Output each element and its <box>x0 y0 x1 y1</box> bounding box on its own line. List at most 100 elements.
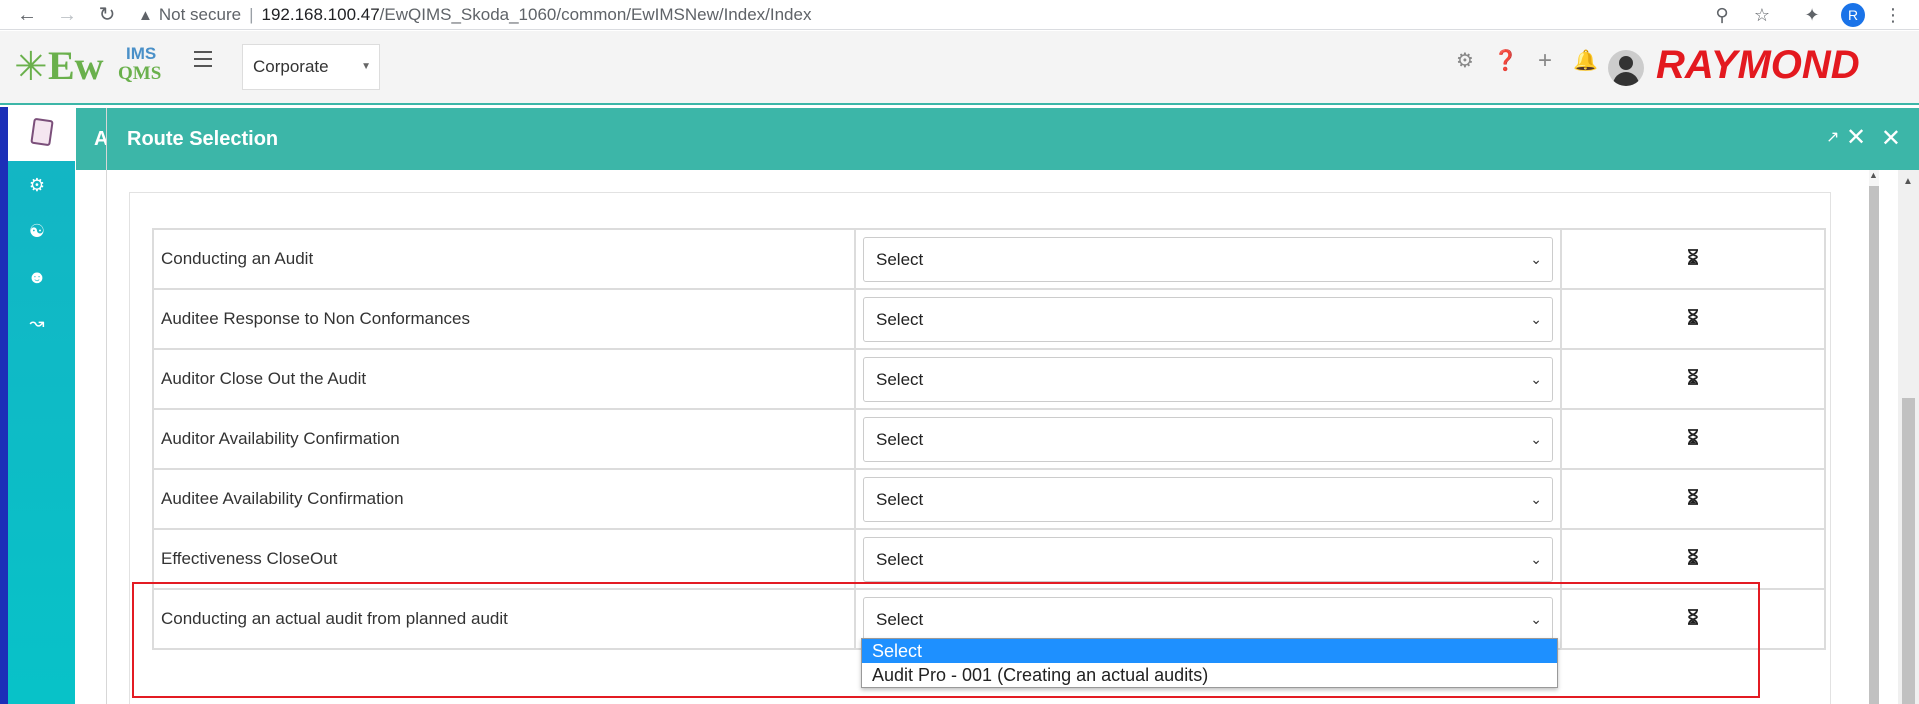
modal-header: Route Selection ↗ ✕ <box>107 108 1879 170</box>
route-dropdown-list[interactable]: Select Audit Pro - 001 (Creating an actu… <box>861 638 1558 688</box>
forward-arrow-icon[interactable]: → <box>54 2 80 28</box>
raymond-brand-logo: RAYMOND <box>1656 43 1860 87</box>
hourglass-icon <box>1688 428 1698 445</box>
dropdown-option-select[interactable]: Select <box>862 639 1557 663</box>
modal-close-icon[interactable]: ✕ <box>1846 126 1866 150</box>
route-select-value: Select <box>876 429 924 449</box>
route-step-label: Auditor Availability Confirmation <box>161 429 400 448</box>
route-select-cell: Select ⌄ <box>854 468 1562 530</box>
url-path: /EwQIMS_Skoda_1060/common/EwIMSNew/Index… <box>379 5 812 24</box>
route-select[interactable]: Select ⌄ <box>863 236 1553 282</box>
app-header: ✳ Ew IMS QMS Corporate ▼ ⚙ ❓ + 🔔 RAYMOND <box>0 31 1919 105</box>
sidebar-chart-icon[interactable]: ↝ <box>22 311 52 335</box>
route-select-value: Select <box>876 369 924 389</box>
chevron-down-icon: ⌄ <box>1530 430 1542 447</box>
chevron-down-icon: ⌄ <box>1530 550 1542 567</box>
bell-icon[interactable]: 🔔 <box>1573 49 1598 73</box>
status-cell <box>1560 408 1826 470</box>
not-secure-label: Not secure <box>158 5 242 24</box>
outer-scroll-thumb[interactable] <box>1902 398 1915 704</box>
left-sidebar: ⚙ ☯ ☻ ↝ <box>0 107 75 704</box>
status-cell <box>1560 228 1826 290</box>
table-row: Auditee Availability Confirmation Select ⌄ <box>152 468 1826 530</box>
route-select[interactable]: Select ⌄ <box>863 416 1553 462</box>
route-step-label: Auditee Availability Confirmation <box>161 489 404 508</box>
modal-title: Route Selection <box>127 128 279 150</box>
route-select-value: Select <box>876 309 924 329</box>
modal-scroll-thumb[interactable] <box>1869 186 1879 704</box>
route-select-value: Select <box>876 249 924 269</box>
address-bar[interactable]: ▲ Not secure | 192.168.100.47/EwQIMS_Skoda_… <box>138 2 811 28</box>
route-step-name: Auditor Availability Confirmation <box>152 408 856 470</box>
hourglass-icon <box>1688 308 1698 325</box>
sidebar-users-group-icon[interactable]: ☯ <box>22 219 52 243</box>
scroll-up-arrow-icon[interactable]: ▲ <box>1903 176 1913 187</box>
modal-scrollbar[interactable]: ▲ <box>1869 170 1879 704</box>
route-step-name: Auditee Response to Non Conformances <box>152 288 856 350</box>
route-step-label: Conducting an Audit <box>161 249 314 268</box>
logo-ims-text: IMS <box>126 44 157 63</box>
sun-logo-icon: ✳ <box>14 45 48 89</box>
settings-gear-icon[interactable]: ⚙ <box>1453 49 1477 73</box>
route-select[interactable]: Select ⌄ <box>863 476 1553 522</box>
help-icon[interactable]: ❓ <box>1493 49 1518 73</box>
route-select-cell: Select ⌄ <box>854 348 1562 410</box>
url-host: 192.168.100.47 <box>261 5 380 24</box>
external-link-icon[interactable]: ↗ <box>1826 129 1844 147</box>
table-row: Effectiveness CloseOut Select ⌄ <box>152 528 1826 590</box>
document-icon <box>30 117 54 147</box>
hourglass-icon <box>1688 248 1698 265</box>
key-icon[interactable]: ⚲ <box>1709 2 1735 28</box>
hourglass-icon <box>1688 488 1698 505</box>
dropdown-option-audit-pro[interactable]: Audit Pro - 001 (Creating an actual audi… <box>862 663 1557 687</box>
url-separator: | <box>249 5 254 24</box>
route-step-name: Effectiveness CloseOut <box>152 528 856 590</box>
modal-scroll-up-icon[interactable]: ▲ <box>1869 170 1878 180</box>
back-arrow-icon[interactable]: ← <box>14 2 40 28</box>
hourglass-icon <box>1688 368 1698 385</box>
route-select[interactable]: Select ⌄ <box>863 296 1553 342</box>
status-cell <box>1560 528 1826 590</box>
chevron-down-icon: ⌄ <box>1530 250 1542 267</box>
table-row: Auditor Availability Confirmation Select ⌄ <box>152 408 1826 470</box>
sidebar-stripe <box>0 107 8 704</box>
chevron-down-icon: ⌄ <box>1530 490 1542 507</box>
route-select-cell: Select ⌄ <box>854 408 1562 470</box>
chevron-down-icon: ⌄ <box>1530 310 1542 327</box>
browser-bar: ← → ↻ ▲ Not secure | 192.168.100.47/EwQIMS_… <box>0 0 1919 30</box>
route-step-name: Auditor Close Out the Audit <box>152 348 856 410</box>
route-select[interactable]: Select ⌄ <box>863 536 1553 582</box>
route-select-cell: Select ⌄ <box>854 528 1562 590</box>
route-step-label: Effectiveness CloseOut <box>161 549 338 568</box>
reload-icon[interactable]: ↻ <box>94 2 120 28</box>
plus-icon[interactable]: + <box>1533 49 1557 73</box>
profile-avatar[interactable]: R <box>1841 3 1865 27</box>
status-cell <box>1560 348 1826 410</box>
caret-down-icon: ▼ <box>361 61 371 72</box>
status-cell <box>1560 468 1826 530</box>
hourglass-icon <box>1688 548 1698 565</box>
route-select-value: Select <box>876 489 924 509</box>
sidebar-item-documents[interactable] <box>8 107 75 161</box>
route-select-cell: Select ⌄ <box>854 288 1562 350</box>
route-step-label: Auditee Response to Non Conformances <box>161 309 471 328</box>
user-avatar[interactable] <box>1608 50 1644 86</box>
route-select[interactable]: Select ⌄ <box>863 356 1553 402</box>
outer-scrollbar[interactable]: ▲ <box>1898 170 1919 704</box>
browser-menu-icon[interactable]: ⋮ <box>1880 2 1906 28</box>
sidebar-settings-icon[interactable]: ⚙ <box>22 173 52 197</box>
extensions-icon[interactable]: ✦ <box>1799 2 1825 28</box>
table-row: Auditor Close Out the Audit Select ⌄ <box>152 348 1826 410</box>
sidebar-user-settings-icon[interactable]: ☻ <box>22 265 52 289</box>
route-step-name: Conducting an Audit <box>152 228 856 290</box>
star-icon[interactable]: ☆ <box>1749 2 1775 28</box>
warning-icon: ▲ <box>138 7 153 24</box>
table-row: Auditee Response to Non Conformances Sele… <box>152 288 1826 350</box>
status-cell <box>1560 288 1826 350</box>
corporate-select-value: Corporate <box>253 57 329 76</box>
corporate-select[interactable]: Corporate ▼ <box>242 44 380 90</box>
route-select-value: Select <box>876 549 924 569</box>
background-close-icon[interactable]: ✕ <box>1881 108 1901 170</box>
hamburger-menu-icon[interactable] <box>194 51 212 67</box>
route-step-label: Auditor Close Out the Audit <box>161 369 367 388</box>
